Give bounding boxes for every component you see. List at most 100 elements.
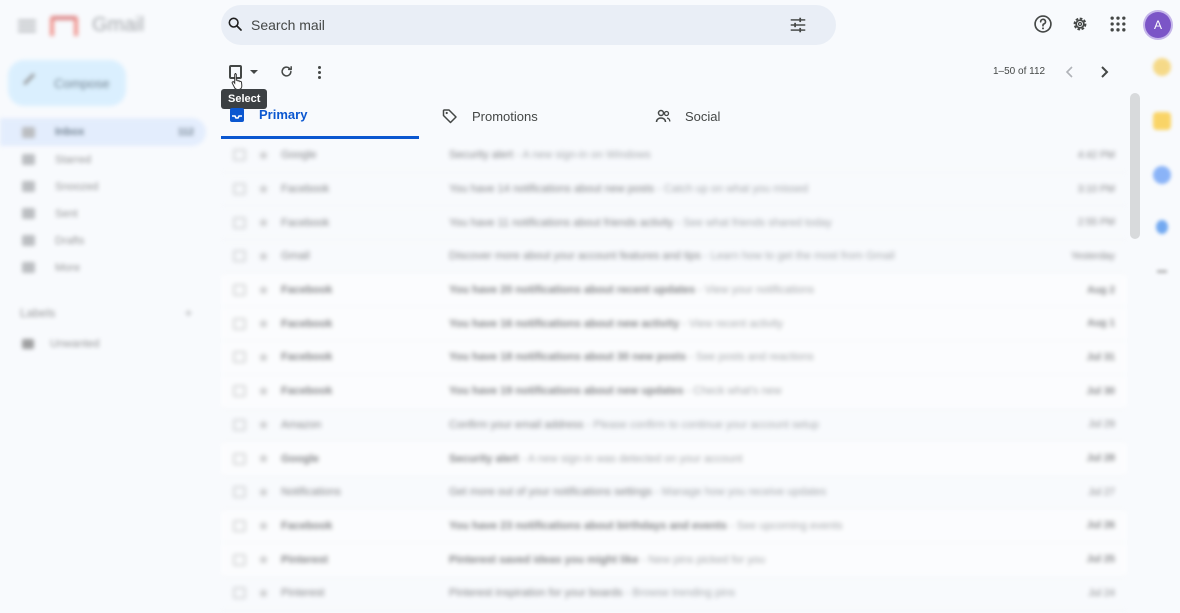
row-checkbox[interactable] (233, 553, 246, 566)
email-snippet: - See what friends shared today (673, 216, 832, 229)
star-icon[interactable] (258, 351, 269, 362)
settings-gear-icon[interactable] (1070, 14, 1090, 34)
calendar-icon[interactable] (1153, 58, 1171, 76)
email-row[interactable]: Facebook You have 20 notifications about … (221, 273, 1127, 308)
star-icon[interactable] (258, 385, 269, 396)
email-row[interactable]: Google Security alert - A new sign-in was… (221, 442, 1127, 476)
star-icon[interactable] (258, 183, 269, 194)
star-icon[interactable] (258, 419, 269, 430)
email-sender: Pinterest (281, 587, 325, 600)
row-checkbox[interactable] (233, 183, 246, 196)
row-checkbox[interactable] (233, 317, 246, 330)
tab-promotions[interactable]: Promotions (434, 93, 632, 139)
sidebar-item-label-unwanted[interactable]: Unwanted (22, 338, 100, 350)
star-icon[interactable] (258, 217, 269, 228)
apps-grid-icon[interactable] (1108, 14, 1128, 34)
account-avatar[interactable]: A (1145, 12, 1171, 38)
email-subject: You have 14 notifications about new post… (449, 183, 655, 196)
row-checkbox[interactable] (233, 519, 246, 532)
pagination-range: 1–50 of 112 (993, 66, 1046, 77)
more-vert-icon[interactable] (318, 66, 322, 80)
tab-label: Primary (259, 107, 308, 122)
row-checkbox[interactable] (233, 418, 246, 431)
email-row[interactable]: Facebook You have 23 notifications about … (221, 509, 1127, 544)
sidebar-item-more[interactable]: More (0, 254, 206, 281)
sidebar-item-sent[interactable]: Sent (0, 200, 206, 227)
star-icon[interactable] (258, 486, 269, 497)
star-icon[interactable] (258, 453, 269, 464)
search-icon[interactable] (227, 16, 243, 32)
email-sender: Google (281, 452, 319, 465)
email-sender: Facebook (281, 351, 333, 364)
row-checkbox[interactable] (233, 284, 246, 297)
sidebar-item-starred[interactable]: Starred (0, 146, 206, 173)
tab-social[interactable]: Social (647, 93, 845, 139)
star-icon[interactable] (258, 284, 269, 295)
sidebar-item-drafts[interactable]: Drafts (0, 227, 206, 254)
email-row[interactable]: Gmail Discover more about your account fe… (221, 240, 1127, 274)
email-date: 4:42 PM (1077, 149, 1115, 161)
select-dropdown-chevron-icon[interactable] (250, 70, 258, 74)
chevron-left-icon[interactable] (1065, 66, 1075, 78)
email-sender: Notifications (281, 486, 341, 499)
email-row[interactable]: Pinterest Pinterest inspiration for your … (221, 577, 1127, 611)
inbox-icon (22, 126, 35, 138)
compose-label: Compose (54, 75, 110, 91)
search-options-icon[interactable] (789, 17, 807, 33)
search-input[interactable] (251, 5, 771, 45)
sidebar-item-inbox[interactable]: Inbox 112 (0, 118, 206, 146)
add-label-button[interactable]: + (185, 306, 192, 320)
sidebar-item-label: Starred (55, 153, 92, 166)
list-scrollbar[interactable] (1130, 93, 1140, 239)
clock-icon (22, 181, 35, 192)
star-icon[interactable] (258, 318, 269, 329)
email-subject-line: Discover more about your account feature… (449, 250, 1039, 262)
email-subject-line: You have 18 notifications about 30 new p… (449, 351, 1039, 363)
email-row[interactable]: Facebook You have 18 notifications about … (221, 341, 1127, 375)
star-icon[interactable] (258, 250, 269, 261)
star-icon[interactable] (258, 149, 269, 160)
email-row[interactable]: Amazon Confirm your email address - Pleas… (221, 409, 1127, 443)
tab-label: Promotions (472, 108, 538, 124)
row-checkbox[interactable] (233, 250, 246, 263)
row-checkbox[interactable] (233, 452, 246, 465)
star-icon[interactable] (258, 554, 269, 565)
row-checkbox[interactable] (233, 385, 246, 398)
row-checkbox[interactable] (233, 216, 246, 229)
row-checkbox[interactable] (233, 351, 246, 364)
email-subject-line: Get more out of your notifications setti… (449, 486, 1039, 498)
email-subject: Confirm your email address (449, 418, 584, 431)
email-snippet: - A new sign-in on Windows (513, 149, 651, 162)
email-row[interactable]: Facebook You have 14 notifications about … (221, 173, 1127, 207)
labels-header: Labels + (20, 306, 192, 320)
row-checkbox[interactable] (233, 486, 246, 499)
email-subject: You have 16 notifications about new acti… (449, 317, 680, 330)
row-checkbox[interactable] (233, 587, 246, 600)
compose-button[interactable]: Compose (8, 60, 126, 106)
star-icon[interactable] (258, 520, 269, 531)
row-checkbox[interactable] (233, 149, 246, 162)
email-sender: Facebook (281, 317, 333, 330)
email-row[interactable]: Pinterest Pinterest saved ideas you might… (221, 543, 1127, 577)
email-row[interactable]: Google Security alert - A new sign-in on … (221, 139, 1127, 173)
help-icon[interactable] (1033, 14, 1053, 34)
contacts-icon[interactable] (1156, 220, 1168, 234)
email-row[interactable]: Notifications Get more out of your notifi… (221, 476, 1127, 510)
email-row[interactable]: Facebook You have 16 notifications about … (221, 307, 1127, 342)
add-addon-icon[interactable] (1157, 270, 1167, 273)
tab-primary[interactable]: Primary (221, 93, 419, 139)
gmail-logo-icon[interactable] (50, 15, 78, 36)
keep-icon[interactable] (1153, 112, 1171, 130)
draft-icon (22, 235, 35, 246)
email-date: Jul 24 (1088, 587, 1115, 599)
refresh-icon[interactable] (279, 64, 294, 79)
chevron-right-icon[interactable] (1099, 66, 1109, 78)
email-snippet: - Manage how you receive updates (652, 486, 827, 499)
inbox-tabs: Primary Promotions Social (221, 93, 1127, 139)
star-icon[interactable] (258, 587, 269, 598)
tasks-icon[interactable] (1153, 166, 1171, 184)
email-row[interactable]: Facebook You have 11 notifications about … (221, 206, 1127, 241)
menu-icon[interactable] (18, 19, 36, 32)
email-row[interactable]: Facebook You have 19 notifications about … (221, 374, 1127, 409)
sidebar-item-snoozed[interactable]: Snoozed (0, 173, 206, 200)
